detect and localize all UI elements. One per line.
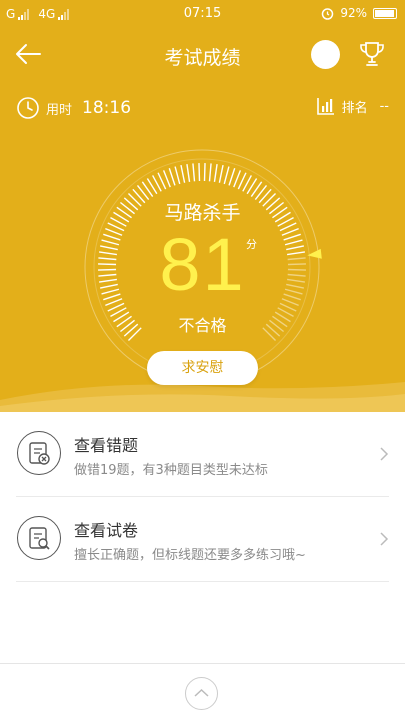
exam-paper-icon <box>17 516 61 560</box>
chevron-up-icon <box>194 688 209 697</box>
rank-value: -- <box>379 98 389 114</box>
action-list: 查看错题 做错19题，有3种题目类型未达标 查看试卷 擅长正确题，但标线题还要多… <box>0 412 405 582</box>
score-value: 81 <box>159 223 246 306</box>
battery-icon <box>373 7 397 19</box>
time-label: 用时 <box>46 102 73 118</box>
dial-tick <box>233 170 242 188</box>
score-nickname: 马路杀手 <box>164 202 241 224</box>
rank-label: 排名 <box>341 100 368 116</box>
dial-tick <box>223 166 230 185</box>
dial-tick <box>192 163 196 182</box>
score-result: 不合格 <box>178 316 227 335</box>
list-item-title: 查看试卷 <box>74 521 139 540</box>
score-hero: G 4G 07:15 92% 考试成绩 用时 18:16 排名 -- 马路杀手 … <box>0 0 405 412</box>
time-used-row: 用时 18:16 <box>16 96 131 120</box>
dial-tick <box>186 163 191 183</box>
time-value: 18:16 <box>82 98 132 118</box>
chevron-right-icon <box>380 532 389 546</box>
dial-tick <box>203 163 206 182</box>
dial-tick <box>180 165 186 183</box>
bottom-bar <box>0 663 405 721</box>
avatar[interactable] <box>311 40 340 69</box>
list-item-wrong-questions[interactable]: 查看错题 做错19题，有3种题目类型未达标 <box>0 412 405 496</box>
list-item-subtitle: 擅长正确题，但标线题还要多多练习哦~ <box>74 548 306 563</box>
dial-tick <box>168 168 176 186</box>
chevron-right-icon <box>380 447 389 461</box>
trophy-icon[interactable] <box>357 39 387 69</box>
rank-row: 排名 -- <box>316 96 389 116</box>
dial-tick <box>162 170 171 188</box>
dial-tick <box>198 163 201 182</box>
nav-bar: 考试成绩 <box>0 34 405 74</box>
scroll-up-button[interactable] <box>185 677 218 710</box>
page-title: 考试成绩 <box>164 47 241 69</box>
dial-tick <box>208 163 212 182</box>
status-bar: G 4G 07:15 92% <box>0 0 405 28</box>
score-unit: 分 <box>246 238 257 251</box>
battery-percent: 92% <box>340 6 367 20</box>
dial-tick <box>228 168 236 186</box>
list-item-subtitle: 做错19题，有3种题目类型未达标 <box>74 463 268 478</box>
comfort-button[interactable]: 求安慰 <box>147 351 258 385</box>
bar-chart-icon <box>316 98 334 115</box>
wrong-questions-icon <box>17 431 61 475</box>
dial-tick <box>213 163 218 183</box>
dial-tick <box>218 165 224 183</box>
list-item-exam-paper[interactable]: 查看试卷 擅长正确题，但标线题还要多多练习哦~ <box>0 497 405 581</box>
dial-tick <box>174 166 181 185</box>
divider <box>16 581 389 582</box>
clock-icon <box>17 97 39 119</box>
list-item-title: 查看错题 <box>74 436 139 455</box>
alarm-icon <box>322 7 334 20</box>
